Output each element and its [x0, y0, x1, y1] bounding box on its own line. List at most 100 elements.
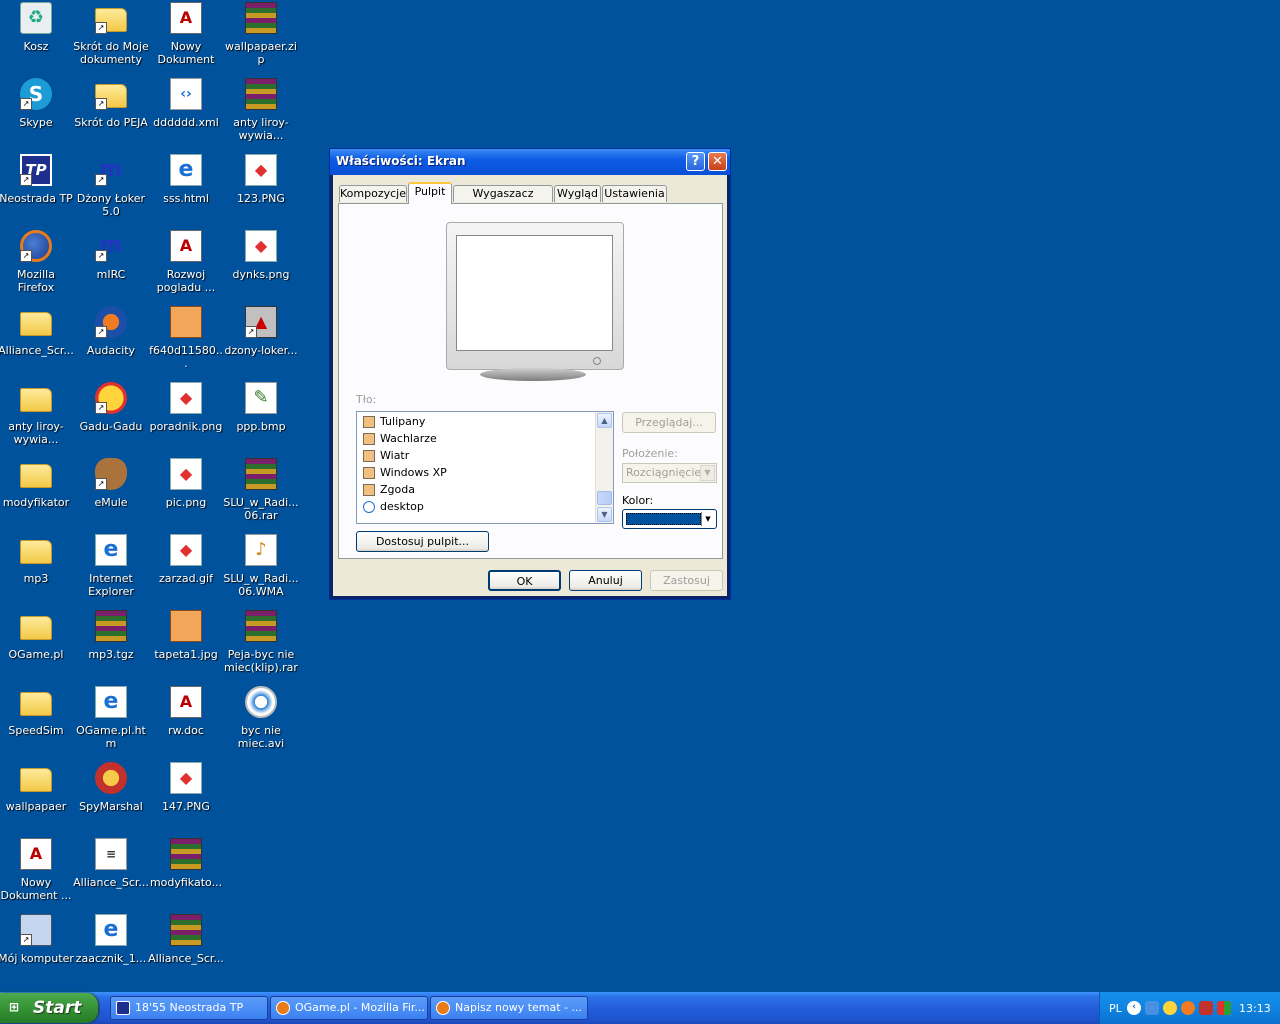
desktop-icon[interactable]: SpeedSim — [0, 686, 74, 760]
taskbar: ⊞ Start 18'55 Neostrada TP OGame.pl - Mo… — [0, 992, 1280, 1024]
desktop-icon[interactable]: byc nie miec.avi — [223, 686, 299, 760]
color-picker-button[interactable]: ▼ — [622, 509, 717, 529]
desktop-icon[interactable]: m ↗ Dżony Łoker 5.0 — [73, 154, 149, 228]
desktop-icon[interactable]: Peja-byc nie miec(klip).rar — [223, 610, 299, 684]
desktop-icon[interactable]: A Rozwoj pogladu ... — [148, 230, 224, 304]
scroll-thumb[interactable] — [597, 491, 612, 505]
tab-pulpit[interactable]: Pulpit — [408, 182, 452, 204]
desktop-icon[interactable]: SpyMarshal — [73, 762, 149, 836]
desktop-icon[interactable]: e zaacznik_1... — [73, 914, 149, 988]
desktop-icon[interactable]: Arw.doc — [148, 686, 224, 760]
desktop-icon[interactable]: ◆ 123.PNG — [223, 154, 299, 228]
desktop-icon[interactable]: ◆ zarzad.gif — [148, 534, 224, 608]
desktop-icon[interactable]: ♪ SLU_w_Radi... 06.WMA — [223, 534, 299, 608]
pc-icon: ↗ — [20, 914, 52, 946]
chevron-down-icon: ▼ — [700, 465, 715, 481]
network-icon[interactable] — [1145, 1001, 1159, 1015]
desktop-icon[interactable]: Alliance_Scr... — [0, 306, 74, 380]
desktop-icon[interactable]: ◆ 147.PNG — [148, 762, 224, 836]
desktop-icon[interactable]: wallpapaer — [0, 762, 74, 836]
list-item-label: Windows XP — [380, 466, 447, 479]
desktop-icon-label: Skrót do Moje dokumenty — [73, 40, 149, 66]
start-button[interactable]: ⊞ Start — [0, 993, 98, 1023]
desktop-icon[interactable]: ↗ Skrót do PEJA — [73, 78, 149, 152]
close-button[interactable]: ✕ — [708, 152, 727, 171]
taskbar-item-firefox-ogame[interactable]: OGame.pl - Mozilla Fir... — [270, 996, 428, 1020]
desktop-icon[interactable]: ↗ Mozilla Firefox — [0, 230, 74, 304]
wma-icon: ♪ — [245, 534, 277, 566]
doc-icon: A — [170, 230, 202, 262]
gg-icon: ↗ — [95, 382, 127, 414]
desktop-icon[interactable]: ◆ dynks.png — [223, 230, 299, 304]
list-item[interactable]: Wachlarze — [363, 431, 437, 447]
desktop-icon[interactable]: OGame.pl — [0, 610, 74, 684]
desktop-icon[interactable]: f640d11580... — [148, 306, 224, 380]
tab-wygaszacz-ekranu[interactable]: Wygaszacz ekranu — [453, 185, 553, 216]
tab-ustawienia[interactable]: Ustawienia — [602, 185, 667, 202]
image-file-icon — [363, 484, 375, 496]
desktop-icon[interactable]: ◆ poradnik.png — [148, 382, 224, 456]
desktop-icon[interactable]: A Nowy Dokument ... — [0, 838, 74, 912]
background-list[interactable]: Tulipany Wachlarze Wiatr Windows XP Zgod… — [356, 411, 614, 524]
language-indicator[interactable]: PL — [1109, 1002, 1122, 1015]
gadu-gadu-icon[interactable] — [1181, 1001, 1195, 1015]
desktop-icon[interactable]: SLU_w_Radi... 06.rar — [223, 458, 299, 532]
browse-button[interactable]: Przeglądaj... — [622, 412, 716, 433]
desktop-icon[interactable]: ◆ pic.png — [148, 458, 224, 532]
desktop-icon[interactable]: modyfikator — [0, 458, 74, 532]
list-item[interactable]: Wiatr — [363, 448, 409, 464]
desktop-icon[interactable]: A Nowy Dokument s... — [148, 2, 224, 76]
scroll-down-icon[interactable]: ▼ — [597, 507, 612, 522]
help-button[interactable]: ? — [686, 152, 705, 171]
desktop-icon[interactable]: mp3.tgz — [73, 610, 149, 684]
desktop-icon[interactable]: wallpapaer.zip — [223, 2, 299, 76]
desktop-icon[interactable]: e Internet Explorer — [73, 534, 149, 608]
firefox-icon — [276, 1001, 290, 1015]
shortcut-arrow-icon: ↗ — [95, 98, 107, 110]
png-icon: ◆ — [170, 458, 202, 490]
desktop-icon[interactable]: m ↗ mIRC — [73, 230, 149, 304]
tab-kompozycje[interactable]: Kompozycje — [339, 185, 407, 202]
desktop-icon[interactable]: ↗ Skrót do Moje dokumenty — [73, 2, 149, 76]
cancel-button[interactable]: Anuluj — [569, 570, 642, 591]
desktop-icon[interactable]: ▲ ↗ dzony-loker... — [223, 306, 299, 380]
list-scrollbar[interactable]: ▲ ▼ — [595, 412, 613, 523]
title-bar[interactable]: Właściwości: Ekran ? ✕ — [330, 149, 730, 175]
desktop-icon[interactable]: Alliance_Scr... — [148, 914, 224, 988]
desktop-icon[interactable]: ↗ Gadu-Gadu — [73, 382, 149, 456]
list-item[interactable]: Zgoda — [363, 482, 415, 498]
taskbar-item-firefox-topic[interactable]: Napisz nowy temat - ... — [430, 996, 588, 1020]
ok-button[interactable]: OK — [488, 570, 561, 591]
taskbar-item-neostrada[interactable]: 18'55 Neostrada TP — [110, 996, 268, 1020]
desktop-icon[interactable]: anty liroy-wywia... — [223, 78, 299, 152]
desktop-icon[interactable]: ↗ eMule — [73, 458, 149, 532]
list-item[interactable]: desktop — [363, 499, 424, 515]
taskbar-item-label: OGame.pl - Mozilla Fir... — [295, 1001, 425, 1014]
desktop-icon[interactable]: ↗ Audacity — [73, 306, 149, 380]
desktop-icon[interactable]: ✎ ppp.bmp — [223, 382, 299, 456]
desktop-icon[interactable]: mp3 — [0, 534, 74, 608]
list-item[interactable]: Windows XP — [363, 465, 447, 481]
folder-icon — [20, 458, 52, 490]
desktop-icon[interactable]: S ↗ Skype — [0, 78, 74, 152]
desktop-icon[interactable]: ≡ Alliance_Scr... — [73, 838, 149, 912]
security-shield-icon[interactable] — [1199, 1001, 1213, 1015]
desktop-icon[interactable]: e sss.html — [148, 154, 224, 228]
desktop-icon[interactable]: TP ↗ Neostrada TP — [0, 154, 74, 228]
list-item[interactable]: Tulipany — [363, 414, 425, 430]
desktop-icon[interactable]: tapeta1.jpg — [148, 610, 224, 684]
tray-expand-icon[interactable]: ‹ — [1127, 1001, 1141, 1015]
desktop-icon[interactable]: ♻ Kosz — [0, 2, 74, 76]
desktop-icon[interactable]: ↗ Mój komputer — [0, 914, 74, 988]
scroll-up-icon[interactable]: ▲ — [597, 413, 612, 428]
desktop-icon[interactable]: anty liroy-wywia... — [0, 382, 74, 456]
position-select[interactable]: Rozciągnięcie ▼ — [622, 463, 717, 483]
customize-desktop-button[interactable]: Dostosuj pulpit... — [356, 531, 489, 552]
windows-flag-icon[interactable] — [1217, 1001, 1231, 1015]
tab-wyglad[interactable]: Wygląd — [554, 185, 601, 202]
desktop-icon[interactable]: modyfikato... — [148, 838, 224, 912]
desktop-icon[interactable]: e OGame.pl.htm — [73, 686, 149, 760]
desktop-icon[interactable]: ‹› dddddd.xml — [148, 78, 224, 152]
messenger-icon[interactable] — [1163, 1001, 1177, 1015]
apply-button[interactable]: Zastosuj — [650, 570, 723, 591]
